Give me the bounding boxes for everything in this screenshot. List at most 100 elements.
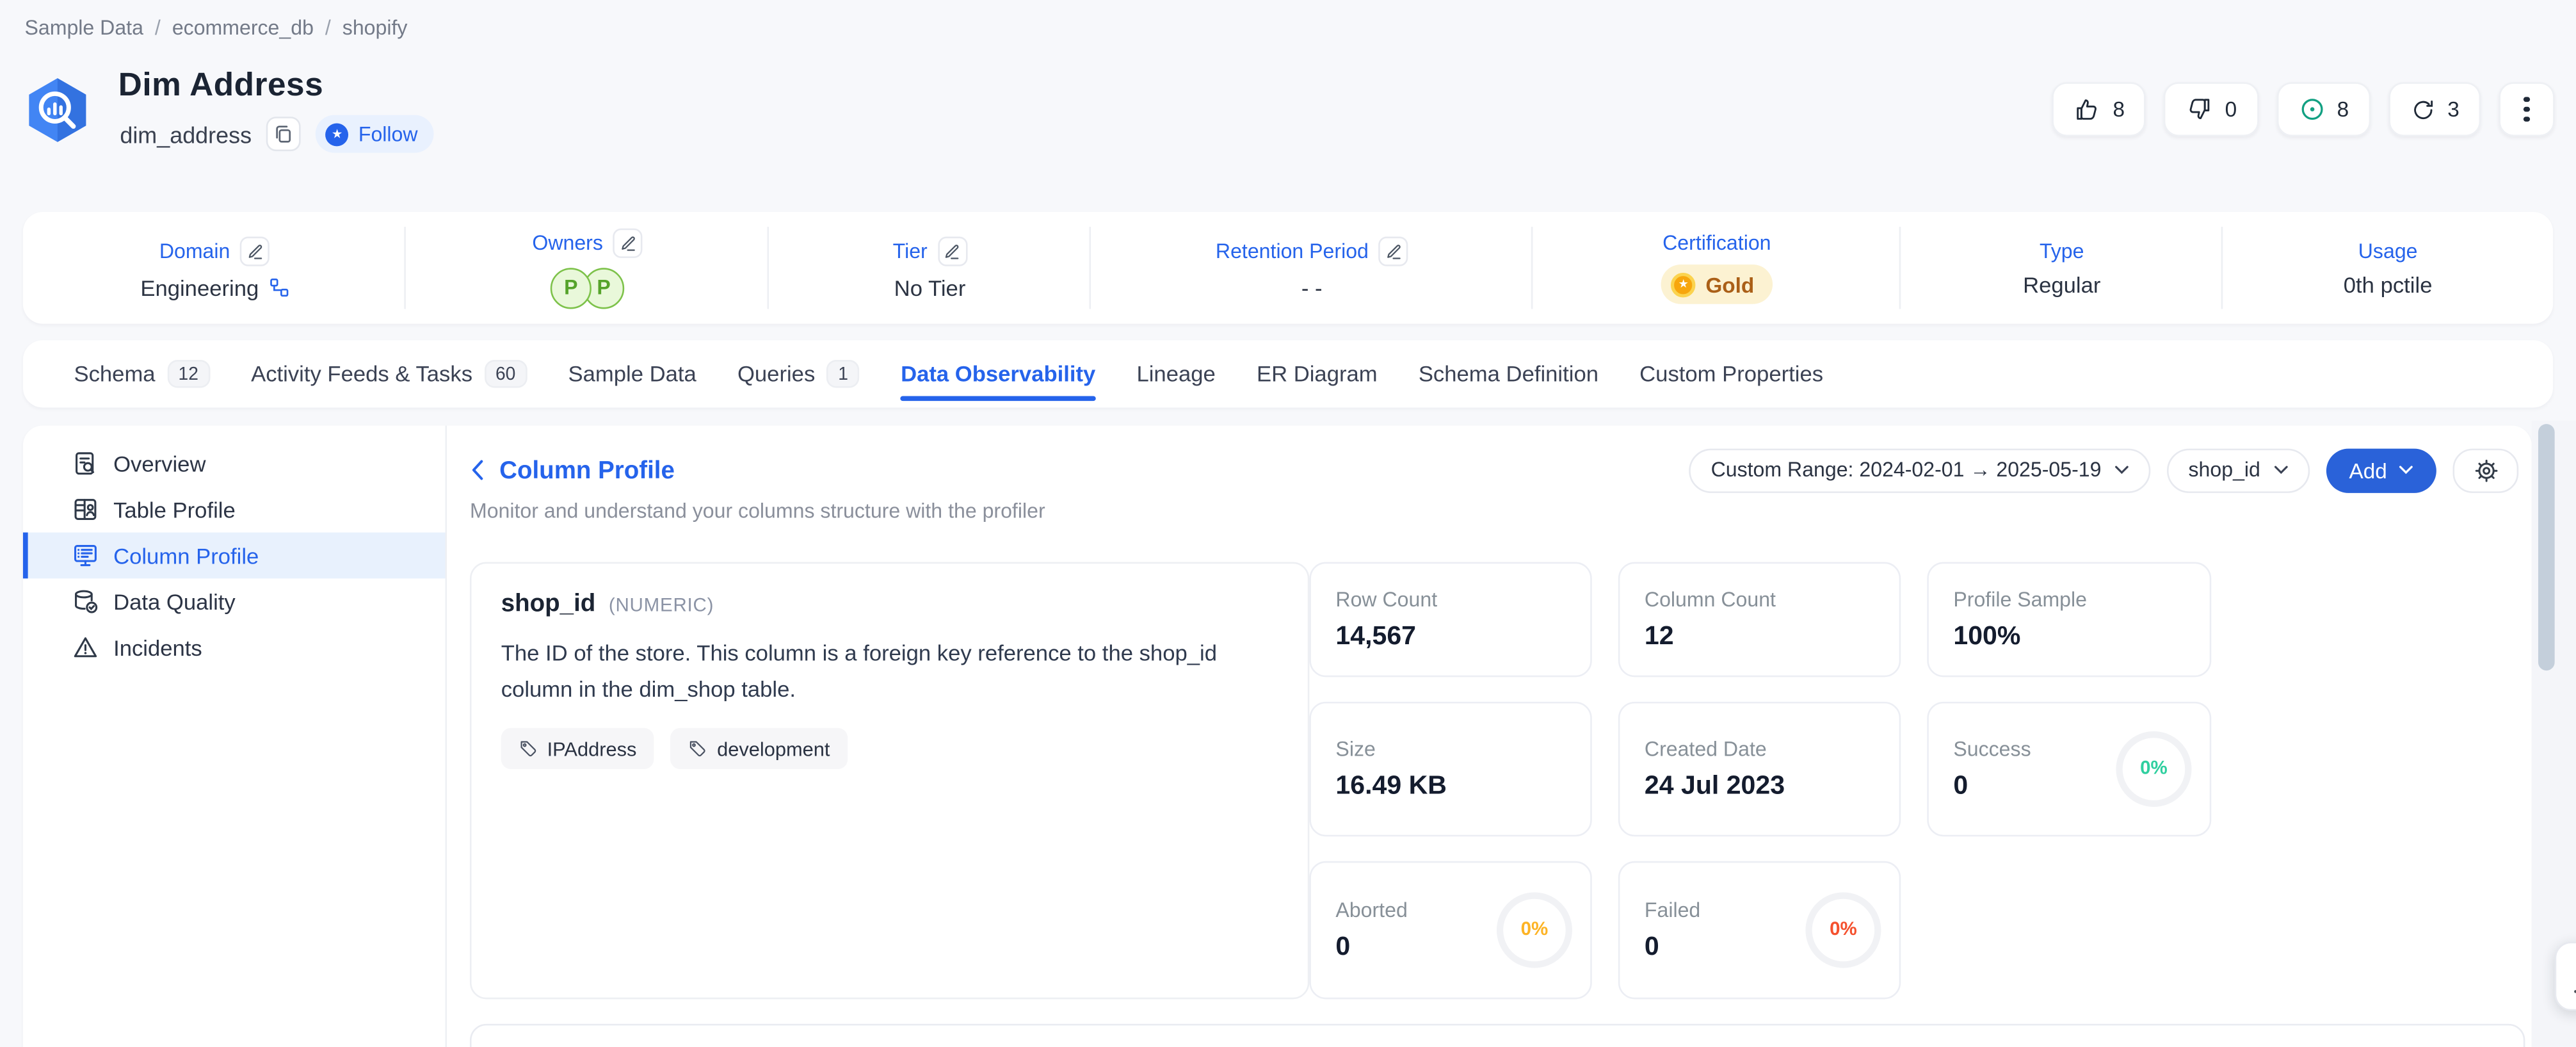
column-selector-dropdown[interactable]: shop_id (2167, 448, 2310, 492)
page-title: Dim Address (118, 67, 323, 105)
scrollbar-thumb[interactable] (2538, 424, 2555, 670)
type-label: Type (2040, 239, 2084, 262)
upvote-button[interactable]: 8 (2052, 82, 2146, 136)
floating-edit-button[interactable] (2555, 942, 2576, 1011)
sidebar-item-label: Overview (113, 451, 205, 475)
kebab-icon (2524, 97, 2529, 122)
back-to-profiles[interactable]: Column Profile (470, 456, 675, 484)
owner-avatars: P P (551, 267, 624, 308)
retention-value: - - (1301, 275, 1323, 300)
downvote-button[interactable]: 0 (2164, 82, 2258, 136)
tag-icon (689, 740, 707, 758)
sidebar-item-column-profile[interactable]: Column Profile (23, 532, 446, 578)
header-actions: 8 0 8 3 (2052, 82, 2555, 136)
edit-retention-button[interactable] (1378, 236, 1408, 265)
metric-created-date: Created Date 24 Jul 2023 (1618, 702, 1901, 836)
watch-button[interactable]: 8 (2276, 82, 2371, 136)
tab-activity-feeds[interactable]: Activity Feeds & Tasks60 (251, 340, 527, 407)
table-profile-icon (72, 496, 99, 523)
settings-button[interactable] (2453, 448, 2519, 492)
tab-count-badge: 1 (826, 360, 860, 388)
chevron-left-icon (470, 459, 485, 482)
retention-label: Retention Period (1216, 239, 1369, 262)
metric-success: Success 0 0% (1927, 702, 2211, 836)
copy-icon (273, 123, 294, 144)
chevron-down-icon (2399, 465, 2413, 475)
upvote-count: 8 (2113, 97, 2125, 121)
add-button[interactable]: Add (2326, 448, 2436, 492)
sidebar-item-label: Column Profile (113, 543, 259, 567)
tab-sample-data[interactable]: Sample Data (568, 340, 696, 407)
summary-owners: Owners P P (406, 212, 769, 324)
breadcrumb-item-service[interactable]: Sample Data (24, 17, 143, 40)
aborted-percent-ring: 0% (1497, 893, 1572, 968)
metric-column-count: Column Count 12 (1618, 562, 1901, 678)
pencil-icon (1384, 241, 1402, 259)
profile-metrics-grid: Row Count 14,567 Column Count 12 Profile… (1309, 562, 2211, 1000)
entity-summary-card: Domain Engineering Owners (23, 212, 2553, 324)
sidebar-item-data-quality[interactable]: Data Quality (23, 578, 446, 624)
tab-custom-properties[interactable]: Custom Properties (1639, 340, 1823, 407)
follow-label: Follow (358, 122, 418, 145)
gold-medal-icon: ★ (1671, 272, 1695, 296)
tag-ipaddress[interactable]: IPAddress (501, 728, 655, 769)
tag-development[interactable]: development (671, 728, 848, 769)
metric-profile-sample: Profile Sample 100% (1927, 562, 2211, 678)
sidebar-item-label: Data Quality (113, 589, 236, 613)
page: Sample Data / ecommerce_db / shopify Dim… (0, 0, 2576, 1047)
breadcrumb-separator: / (155, 17, 161, 40)
certification-value: Gold (1705, 272, 1754, 296)
column-profile-main: Column Profile Custom Range: 2024-02-01 … (447, 426, 2532, 1047)
usage-value: 0th pctile (2344, 272, 2433, 296)
pencil-icon (943, 241, 961, 259)
bigquery-service-icon (23, 76, 92, 145)
entity-name-row: dim_address ★ Follow (120, 115, 434, 153)
copy-button[interactable] (266, 117, 301, 151)
usage-label: Usage (2358, 239, 2418, 262)
tab-queries[interactable]: Queries1 (737, 340, 860, 407)
pencil-icon (618, 233, 636, 251)
thumbs-up-icon (2073, 95, 2102, 124)
data-quality-icon (72, 588, 99, 615)
tab-lineage[interactable]: Lineage (1136, 340, 1215, 407)
domain-value[interactable]: Engineering (140, 275, 288, 300)
breadcrumb-item-schema[interactable]: shopify (342, 17, 408, 40)
tab-data-observability[interactable]: Data Observability (901, 340, 1095, 407)
summary-domain: Domain Engineering (23, 212, 406, 324)
more-options-button[interactable] (2499, 82, 2554, 136)
tab-schema[interactable]: Schema12 (74, 340, 209, 407)
tab-er-diagram[interactable]: ER Diagram (1257, 340, 1378, 407)
summary-usage: Usage 0th pctile (2223, 212, 2553, 324)
tab-schema-definition[interactable]: Schema Definition (1419, 340, 1598, 407)
next-section-card (470, 1024, 2525, 1047)
summary-type: Type Regular (1901, 212, 2223, 324)
tier-value: No Tier (894, 275, 966, 300)
observability-sidebar: Overview Table Profile Column Profile (23, 426, 447, 1047)
breadcrumb-item-database[interactable]: ecommerce_db (172, 17, 314, 40)
sidebar-item-overview[interactable]: Overview (23, 441, 446, 487)
sidebar-item-table-profile[interactable]: Table Profile (23, 487, 446, 533)
version-history-button[interactable]: 3 (2388, 82, 2481, 136)
chevron-down-icon (2273, 465, 2288, 475)
success-percent-ring: 0% (2116, 731, 2191, 807)
column-tags: IPAddress development (501, 728, 1278, 769)
pencil-icon (2571, 958, 2576, 994)
summary-tier: Tier No Tier (769, 212, 1091, 324)
date-range-dropdown[interactable]: Custom Range: 2024-02-01 → 2025-05-19 (1689, 448, 2150, 492)
column-profile-icon (72, 542, 99, 569)
tag-label: IPAddress (547, 737, 637, 760)
sidebar-item-incidents[interactable]: Incidents (23, 624, 446, 670)
column-summary-card: shop_id (NUMERIC) The ID of the store. T… (470, 562, 1309, 1000)
edit-domain-button[interactable] (240, 236, 270, 265)
follow-button[interactable]: ★ Follow (316, 115, 434, 153)
avatar[interactable]: P (551, 267, 592, 308)
metric-failed: Failed 0 0% (1618, 861, 1901, 1000)
column-description: The ID of the store. This column is a fo… (501, 636, 1284, 707)
section-title: Column Profile (499, 456, 675, 484)
version-count: 3 (2447, 97, 2459, 121)
edit-owners-button[interactable] (613, 227, 642, 257)
watch-icon (2298, 95, 2326, 124)
sidebar-item-label: Table Profile (113, 497, 236, 521)
edit-tier-button[interactable] (937, 236, 967, 265)
breadcrumb: Sample Data / ecommerce_db / shopify (24, 17, 407, 40)
